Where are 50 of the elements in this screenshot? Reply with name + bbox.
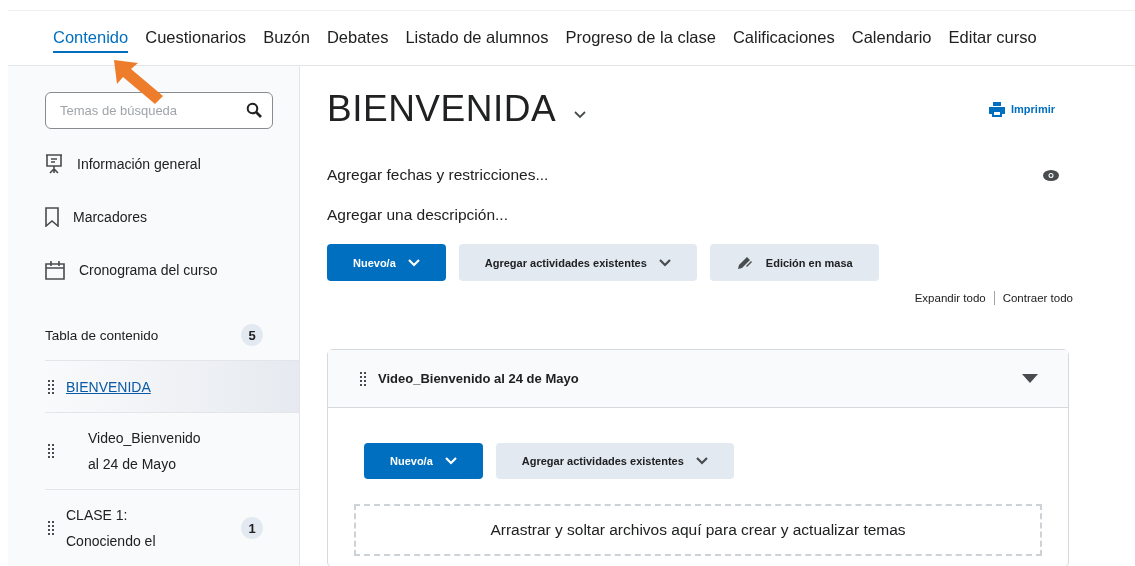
drag-handle-icon[interactable] bbox=[48, 379, 54, 394]
nav-tab[interactable]: Calendario bbox=[851, 23, 932, 53]
add-activities-button[interactable]: Agregar actividades existentes bbox=[495, 443, 734, 479]
nav-tab[interactable]: Debates bbox=[326, 23, 389, 53]
expand-all-link[interactable]: Expandir todo bbox=[914, 292, 986, 304]
drag-handle-icon[interactable] bbox=[48, 444, 54, 458]
toc-item[interactable]: Video_Bienvenido al 24 de Mayo bbox=[45, 412, 299, 489]
nav-tab[interactable]: Progreso de la clase bbox=[565, 23, 716, 53]
new-button[interactable]: Nuevo/a bbox=[364, 443, 483, 479]
bulk-edit-button[interactable]: Edición en masa bbox=[709, 244, 879, 281]
add-activities-button[interactable]: Agregar actividades existentes bbox=[458, 244, 697, 281]
print-button[interactable]: Imprimir bbox=[983, 100, 1061, 118]
sidebar-link[interactable]: Información general bbox=[77, 155, 201, 172]
module-title: Video_Bienvenido al 24 de Mayo bbox=[378, 371, 580, 386]
nav-tab[interactable]: Calificaciones bbox=[732, 23, 835, 53]
toc-heading: Tabla de contenido bbox=[45, 327, 159, 343]
count-badge: 1 bbox=[241, 517, 263, 539]
new-button[interactable]: Nuevo/a bbox=[327, 244, 446, 281]
chevron-down-icon bbox=[407, 258, 420, 267]
drag-handle-icon[interactable] bbox=[360, 371, 366, 386]
calendar-icon bbox=[45, 259, 65, 280]
printer-icon bbox=[989, 101, 1005, 117]
search-icon[interactable] bbox=[246, 102, 262, 118]
nav-tab[interactable]: Editar curso bbox=[948, 23, 1037, 53]
nav-tab[interactable]: Listado de alumnos bbox=[405, 23, 549, 53]
annotation-arrow-icon bbox=[112, 58, 164, 104]
chevron-down-icon bbox=[695, 457, 708, 465]
dates-link[interactable]: Agregar fechas y restricciones... bbox=[327, 166, 549, 184]
toc-item[interactable]: CLASE 1: Conociendo el 1 bbox=[45, 489, 299, 566]
chevron-down-icon[interactable] bbox=[574, 111, 587, 119]
toc-item[interactable]: BIENVENIDA bbox=[45, 360, 299, 412]
caret-icon[interactable] bbox=[1022, 374, 1038, 383]
chevron-down-icon bbox=[658, 258, 671, 267]
chevron-down-icon bbox=[444, 457, 457, 465]
page-title: BIENVENIDA bbox=[327, 88, 557, 130]
count-badge: 5 bbox=[241, 324, 263, 346]
search-field[interactable]: Temas de búsqueda bbox=[45, 92, 273, 129]
bookmark-icon bbox=[45, 206, 59, 227]
pencil-icon bbox=[735, 254, 754, 271]
sidebar-link[interactable]: Cronograma del curso bbox=[79, 261, 218, 278]
sidebar-link[interactable]: Marcadores bbox=[73, 208, 147, 225]
eye-icon[interactable] bbox=[1043, 169, 1059, 181]
drop-zone[interactable]: Arrastrar y soltar archivos aquí para crear y actualizar temas bbox=[354, 504, 1042, 556]
nav-tab[interactable]: Cuestionarios bbox=[145, 23, 247, 53]
presentation-icon bbox=[45, 153, 63, 174]
description-link[interactable]: Agregar una descripción... bbox=[327, 206, 1069, 224]
nav-tab[interactable]: Buzón bbox=[263, 23, 310, 53]
drag-handle-icon[interactable] bbox=[48, 521, 54, 535]
nav-tab[interactable]: Contenido bbox=[53, 23, 129, 53]
collapse-all-link[interactable]: Contraer todo bbox=[1002, 292, 1073, 304]
